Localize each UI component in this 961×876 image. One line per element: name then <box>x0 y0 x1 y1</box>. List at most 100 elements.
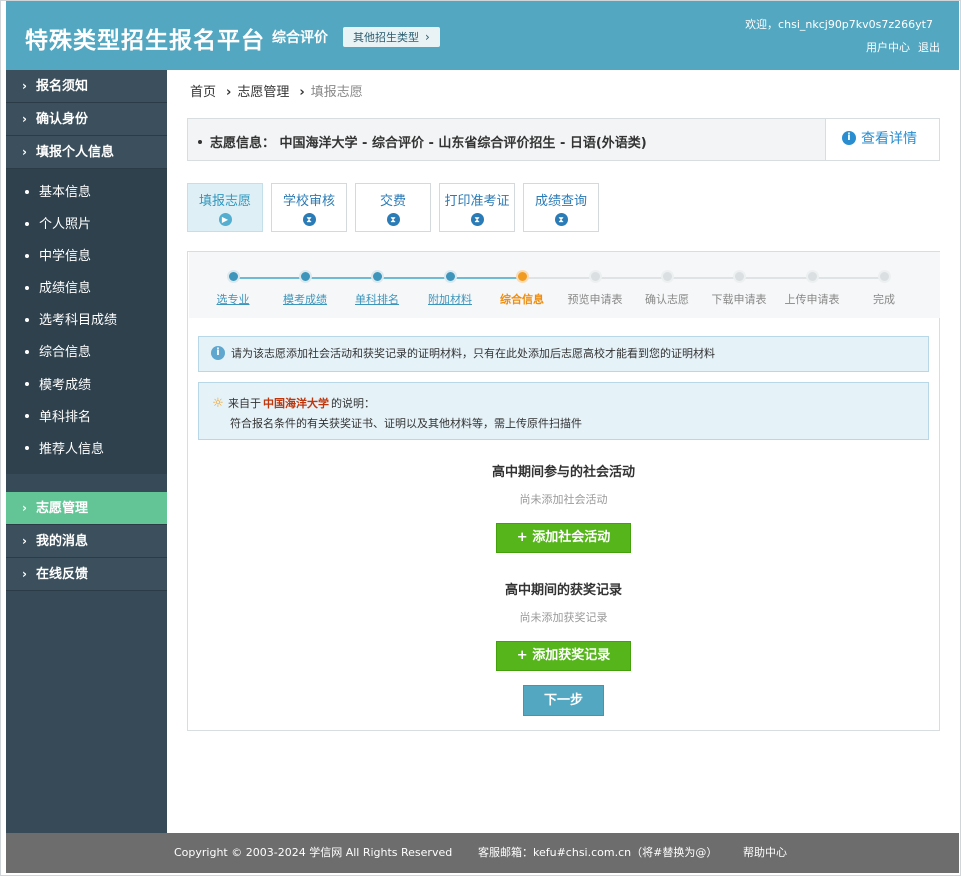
sidebar-item-notice[interactable]: › 报名须知 <box>6 70 167 103</box>
sidebar-item-feedback[interactable]: › 在线反馈 <box>6 557 167 591</box>
step-subject-rank[interactable]: 单科排名 <box>341 269 413 307</box>
sidebar-item-label: 填报个人信息 <box>36 145 115 160</box>
sidebar-subitem-elective-scores[interactable]: 选考科目成绩 <box>6 305 167 337</box>
tab-label: 打印准考证 <box>444 194 510 209</box>
tab-school-review[interactable]: 学校审核 ⧗ <box>271 183 347 232</box>
sidebar-subitem-referee[interactable]: 推荐人信息 <box>6 434 167 466</box>
note-university: 中国海洋大学 <box>263 397 329 410</box>
user-center-link[interactable]: 用户中心 <box>866 41 910 54</box>
bullet-icon <box>25 253 29 258</box>
sidebar-subitem-label: 个人照片 <box>39 217 92 233</box>
sidebar-subitem-label: 基本信息 <box>39 185 92 200</box>
other-types-button[interactable]: 其他招生类型 › <box>343 27 440 47</box>
note-prefix: 来自于 <box>228 397 261 410</box>
breadcrumb-applications[interactable]: 志愿管理 <box>237 85 289 100</box>
add-award-button[interactable]: + 添加获奖记录 <box>496 641 631 671</box>
lightbulb-icon: ☼ <box>212 396 224 411</box>
logout-link[interactable]: 退出 <box>918 41 940 54</box>
step-dot <box>588 270 602 283</box>
step-dot <box>660 270 674 283</box>
activities-empty: 尚未添加社会活动 <box>519 493 608 506</box>
header-subtitle: 综合评价 <box>272 30 328 46</box>
bullet-icon <box>25 446 29 451</box>
add-activity-button[interactable]: + 添加社会活动 <box>496 523 631 553</box>
bullet-icon <box>25 414 29 419</box>
note-suffix: 的说明： <box>331 397 375 410</box>
sidebar-subitem-photo[interactable]: 个人照片 <box>6 209 167 241</box>
view-details-label: 查看详情 <box>861 131 917 147</box>
step-label: 下载申请表 <box>711 293 767 306</box>
step-dot <box>443 270 457 283</box>
tab-label: 成绩查询 <box>534 194 587 209</box>
tab-score-query[interactable]: 成绩查询 ⧗ <box>523 183 599 232</box>
chevron-right-icon: › <box>22 533 27 548</box>
bullet-icon <box>25 349 29 354</box>
sidebar-subitem-label: 模考成绩 <box>39 377 92 393</box>
sidebar-item-personal-info[interactable]: › 填报个人信息 <box>6 136 167 169</box>
tab-print-admission[interactable]: 打印准考证 ⧗ <box>439 183 515 232</box>
breadcrumb-current: 填报志愿 <box>310 85 363 100</box>
next-step-button[interactable]: 下一步 <box>523 685 604 716</box>
breadcrumb-home[interactable]: 首页 <box>190 85 216 100</box>
step-label: 选专业 <box>216 293 250 306</box>
sidebar: › 报名须知 › 确认身份 › 填报个人信息 基本信息 个人照片 中学信息 成绩信息 … <box>6 70 167 833</box>
header: 特殊类型招生报名平台 综合评价 其他招生类型 › 欢迎，chsi_nkcj90p7… <box>6 1 959 70</box>
breadcrumb: 首页 › 志愿管理 › 填报志愿 <box>190 81 367 100</box>
step-upload: 上传申请表 <box>776 269 848 307</box>
step-preview: 预览申请表 <box>559 269 631 307</box>
info-tip: i 请为该志愿添加社会活动和获奖记录的证明材料，只有在此处添加后志愿高校才能看到您… <box>198 336 929 372</box>
site-title: 特殊类型招生报名平台 <box>25 28 265 54</box>
note-heading: ☼ 来自于 中国海洋大学 的说明： <box>211 395 375 411</box>
step-complete: 完成 <box>848 269 920 307</box>
chevron-right-icon: › <box>226 85 232 100</box>
step-dot <box>298 270 312 283</box>
sidebar-subitem-label: 成绩信息 <box>39 281 92 297</box>
sidebar-item-applications[interactable]: › 志愿管理 <box>6 491 167 525</box>
bullet-icon <box>25 285 29 290</box>
sidebar-item-messages[interactable]: › 我的消息 <box>6 524 167 558</box>
bullet-icon <box>198 139 202 144</box>
step-confirm: 确认志愿 <box>631 269 703 307</box>
sidebar-subitem-grades[interactable]: 成绩信息 <box>6 273 167 305</box>
bullet-icon <box>25 382 29 387</box>
info-tip-text: 请为该志愿添加社会活动和获奖记录的证明材料，只有在此处添加后志愿高校才能看到您的… <box>231 347 715 360</box>
sidebar-item-label: 在线反馈 <box>36 566 89 582</box>
footer-copyright: Copyright © 2003-2024 学信网 All Rights Res… <box>174 846 453 859</box>
step-attachments[interactable]: 附加材料 <box>414 269 486 307</box>
step-label: 综合信息 <box>500 293 544 306</box>
chevron-right-icon: › <box>22 112 27 126</box>
view-details-button[interactable]: i 查看详情 <box>825 119 939 160</box>
sidebar-item-identity[interactable]: › 确认身份 <box>6 103 167 136</box>
step-dot <box>226 270 240 283</box>
step-label: 完成 <box>873 293 895 306</box>
play-icon: ▶ <box>218 213 232 226</box>
awards-title: 高中期间的获奖记录 <box>504 583 622 598</box>
step-mock-scores[interactable]: 模考成绩 <box>269 269 341 307</box>
sidebar-subitem-label: 综合信息 <box>39 345 92 361</box>
step-dot <box>370 270 384 283</box>
sidebar-item-label: 确认身份 <box>36 112 89 127</box>
sidebar-subitem-basic[interactable]: 基本信息 <box>6 177 167 209</box>
info-icon: i <box>842 131 856 145</box>
step-select-major[interactable]: 选专业 <box>197 269 269 307</box>
help-center-link[interactable]: 帮助中心 <box>743 833 787 873</box>
sidebar-subitem-school[interactable]: 中学信息 <box>6 241 167 273</box>
tab-fill-application[interactable]: 填报志愿 ▶ <box>187 183 263 232</box>
sidebar-subitem-subject-rank[interactable]: 单科排名 <box>6 402 167 434</box>
hourglass-icon: ⧗ <box>470 213 484 226</box>
welcome-text: 欢迎，chsi_nkcj90p7kv0s7z266yt7 <box>745 18 933 31</box>
other-types-label: 其他招生类型 <box>353 31 419 44</box>
tab-label: 学校审核 <box>282 194 335 209</box>
step-dot <box>732 270 746 283</box>
step-dot <box>877 270 891 283</box>
sidebar-subitem-comprehensive[interactable]: 综合信息 <box>6 337 167 369</box>
tab-payment[interactable]: 交费 ⧗ <box>355 183 431 232</box>
hourglass-icon: ⧗ <box>554 213 568 226</box>
chevron-down-icon: › <box>22 145 27 159</box>
step-comprehensive-info: 综合信息 <box>486 269 558 307</box>
footer-email: 客服邮箱：kefu#chsi.com.cn（将#替换为@） <box>478 846 718 859</box>
step-label: 模考成绩 <box>283 293 327 306</box>
step-label: 上传申请表 <box>784 293 840 306</box>
sidebar-subitem-mock-scores[interactable]: 模考成绩 <box>6 370 167 402</box>
application-info-text: 志愿信息： 中国海洋大学 - 综合评价 - 山东省综合评价招生 - 日语(外语类… <box>210 136 647 151</box>
